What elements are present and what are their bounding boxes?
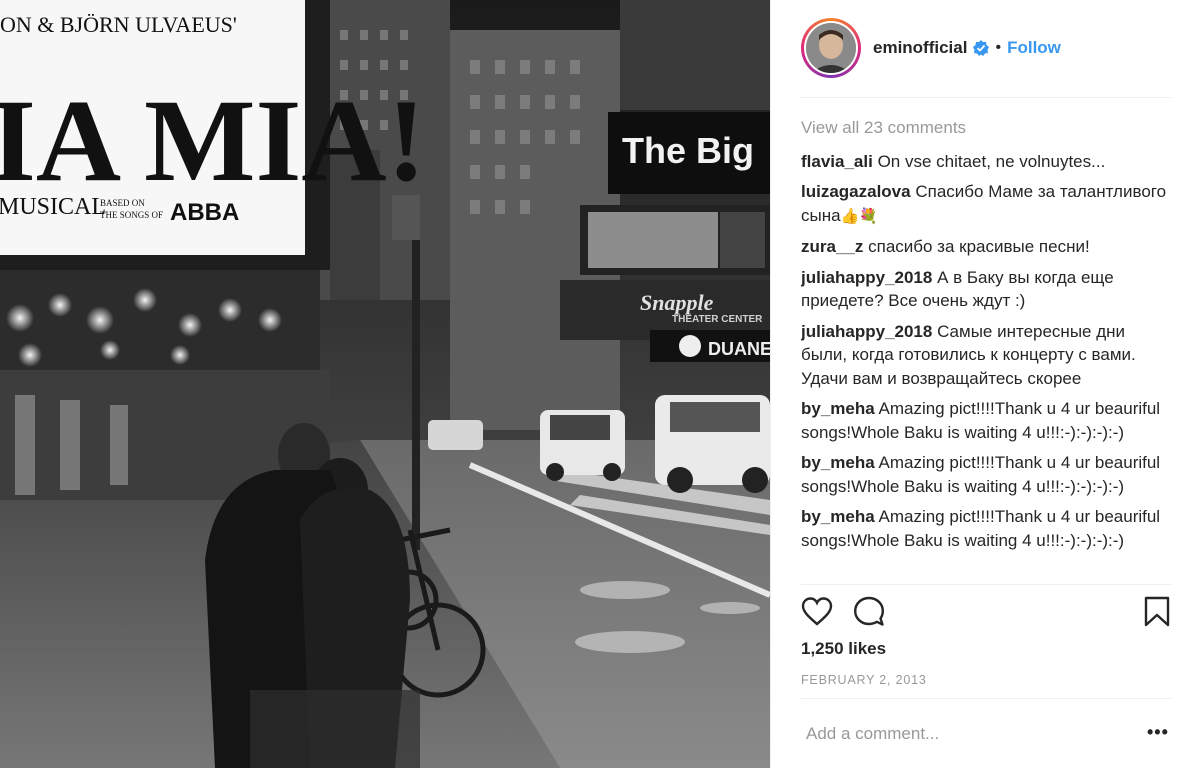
duane-sign: DUANE <box>708 339 770 359</box>
verified-badge-icon <box>973 40 990 56</box>
header-separator: • <box>995 39 1002 56</box>
billboard-text: The Big <box>622 130 754 171</box>
follow-button[interactable]: Follow <box>1007 38 1061 58</box>
comment-username[interactable]: juliahappy_2018 <box>801 322 932 341</box>
likes-count[interactable]: 1,250 likes <box>801 639 886 659</box>
comment-item: juliahappy_2018 Самые интересные дни был… <box>801 320 1171 391</box>
username-link[interactable]: eminofficial <box>873 38 967 58</box>
post-actions <box>801 596 1171 632</box>
post-date[interactable]: FEBRUARY 2, 2013 <box>801 673 927 687</box>
marquee-title: IA MIA! <box>0 75 426 206</box>
comment-bubble-icon[interactable] <box>853 596 885 628</box>
comment-username[interactable]: by_meha <box>801 453 875 472</box>
marquee-based-on: BASED ON <box>100 198 145 208</box>
comment-item: by_meha Amazing pict!!!!Thank u 4 ur bea… <box>801 397 1171 444</box>
comment-username[interactable]: luizagazalova <box>801 182 911 201</box>
comment-item: zura__z спасибо за красивые песни! <box>801 235 1171 259</box>
comment-username[interactable]: zura__z <box>801 237 863 256</box>
comment-item: flavia_ali On vse chitaet, ne volnuytes.… <box>801 150 1171 174</box>
more-options-button[interactable]: ••• <box>1147 722 1169 743</box>
bookmark-icon[interactable] <box>1143 596 1171 628</box>
avatar[interactable] <box>801 18 861 78</box>
comment-username[interactable]: flavia_ali <box>801 152 873 171</box>
theater-center-sign: THEATER CENTER <box>672 314 763 325</box>
comment-text: On vse chitaet, ne volnuytes... <box>877 151 1106 171</box>
comment-emoji: 👍💐 <box>840 207 878 225</box>
comment-item: luizagazalova Спасибо Маме за талантливо… <box>801 180 1171 228</box>
snapple-sign: Snapple <box>640 290 714 315</box>
comments-list[interactable]: View all 23 comments flavia_ali On vse c… <box>801 108 1171 584</box>
marquee-top-line: ON & BJÖRN ULVAEUS' <box>0 12 237 37</box>
post-photo[interactable]: The Big Snapple THEATER CENTER DUANE ON … <box>0 0 770 768</box>
heart-icon[interactable] <box>801 596 833 628</box>
footer-divider <box>801 698 1171 699</box>
post-header: eminofficial • Follow <box>801 16 1171 80</box>
comment-username[interactable]: juliahappy_2018 <box>801 268 932 287</box>
post-side-panel: eminofficial • Follow View all 23 commen… <box>770 0 1200 768</box>
header-divider <box>801 97 1171 98</box>
add-comment-input[interactable]: Add a comment... <box>806 724 939 744</box>
comment-username[interactable]: by_meha <box>801 507 875 526</box>
marquee-musical: MUSICAL <box>0 194 106 220</box>
avatar-image <box>806 23 856 73</box>
comments-divider <box>801 584 1171 585</box>
marquee-abba: ABBA <box>170 199 239 226</box>
view-all-comments-link[interactable]: View all 23 comments <box>801 116 1171 140</box>
comment-item: by_meha Amazing pict!!!!Thank u 4 ur bea… <box>801 505 1171 552</box>
comment-text: спасибо за красивые песни! <box>868 237 1090 256</box>
comment-item: by_meha Amazing pict!!!!Thank u 4 ur bea… <box>801 451 1171 498</box>
comment-username[interactable]: by_meha <box>801 399 875 418</box>
comment-item: juliahappy_2018 А в Баку вы когда еще пр… <box>801 266 1171 313</box>
marquee-songs-of: THE SONGS OF <box>100 210 163 220</box>
